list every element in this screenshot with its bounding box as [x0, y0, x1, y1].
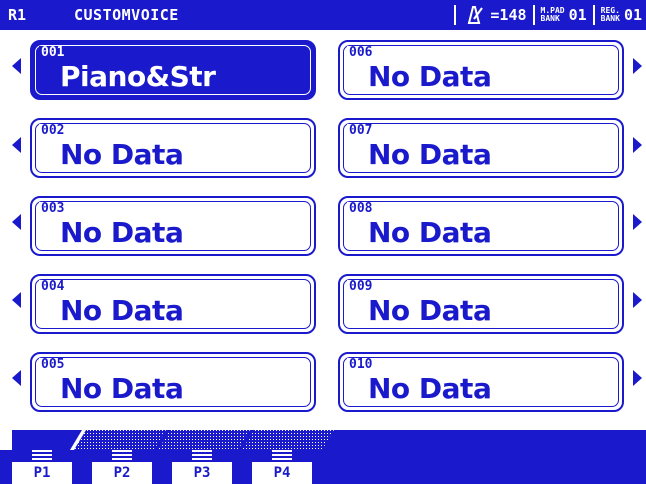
- select-slot-002-arrow-icon[interactable]: [12, 137, 21, 153]
- slot-number: 006: [347, 45, 375, 60]
- voice-slot-009[interactable]: 009 No Data: [338, 274, 624, 334]
- tab-p4[interactable]: P4: [252, 430, 334, 484]
- voice-slot-008[interactable]: 008 No Data: [338, 196, 624, 256]
- slot-name: No Data: [368, 138, 492, 171]
- select-slot-005-arrow-icon[interactable]: [12, 370, 21, 386]
- select-slot-004-arrow-icon[interactable]: [12, 292, 21, 308]
- tab-label: P2: [92, 462, 152, 484]
- voice-slot-002[interactable]: 002 No Data: [30, 118, 316, 178]
- slot-name: No Data: [60, 138, 184, 171]
- page-stack-icon: [32, 450, 52, 460]
- slot-name: No Data: [368, 372, 492, 405]
- slot-number: 002: [39, 123, 67, 138]
- voice-slot-007[interactable]: 007 No Data: [338, 118, 624, 178]
- slot-name: No Data: [368, 294, 492, 327]
- slot-name: No Data: [60, 294, 184, 327]
- tempo-value: =148: [490, 6, 527, 24]
- status-area: =148 M.PAD BANK 01 REG. BANK 01: [452, 5, 642, 25]
- slot-name: Piano&Str: [60, 60, 216, 93]
- reg-bank-label: REG. BANK: [600, 6, 620, 23]
- tab-label: P3: [172, 462, 232, 484]
- tab-label: P4: [252, 462, 312, 484]
- voice-slot-003[interactable]: 003 No Data: [30, 196, 316, 256]
- mpad-bank-value: 01: [568, 6, 587, 24]
- voice-slot-006[interactable]: 006 No Data: [338, 40, 624, 100]
- slot-number: 004: [39, 279, 67, 294]
- slot-number: 001: [39, 45, 67, 60]
- slot-name: No Data: [60, 216, 184, 249]
- select-slot-006-arrow-icon[interactable]: [633, 58, 642, 74]
- page-stack-icon: [192, 450, 212, 460]
- slot-name: No Data: [368, 60, 492, 93]
- page-stack-icon: [272, 450, 292, 460]
- metronome-icon: [468, 6, 484, 24]
- select-slot-009-arrow-icon[interactable]: [633, 292, 642, 308]
- divider: [592, 5, 595, 25]
- slot-number: 007: [347, 123, 375, 138]
- voice-slot-010[interactable]: 010 No Data: [338, 352, 624, 412]
- select-slot-008-arrow-icon[interactable]: [633, 214, 642, 230]
- slot-number: 005: [39, 357, 67, 372]
- tab-label: P1: [12, 462, 72, 484]
- select-slot-010-arrow-icon[interactable]: [633, 370, 642, 386]
- slot-name: No Data: [368, 216, 492, 249]
- divider: [532, 5, 535, 25]
- title-bar: R1 CUSTOMVOICE =148 M.PAD BANK 01 REG. BAN…: [0, 0, 646, 30]
- select-slot-001-arrow-icon[interactable]: [12, 58, 21, 74]
- voice-slot-005[interactable]: 005 No Data: [30, 352, 316, 412]
- page-tabs: P1 P2 P3 P4: [0, 430, 340, 484]
- reg-bank-value: 01: [623, 6, 642, 24]
- voice-slot-004[interactable]: 004 No Data: [30, 274, 316, 334]
- tab-p2[interactable]: P2: [92, 430, 174, 484]
- page-stack-icon: [112, 450, 132, 460]
- screen-title: CUSTOMVOICE: [74, 6, 179, 24]
- tab-p1[interactable]: P1: [12, 430, 94, 484]
- divider: [454, 5, 457, 25]
- registration-position: R1: [8, 6, 27, 24]
- select-slot-003-arrow-icon[interactable]: [12, 214, 21, 230]
- tab-p3[interactable]: P3: [172, 430, 254, 484]
- slot-number: 003: [39, 201, 67, 216]
- slot-number: 009: [347, 279, 375, 294]
- mpad-bank-label: M.PAD BANK: [540, 6, 565, 23]
- select-slot-007-arrow-icon[interactable]: [633, 137, 642, 153]
- slot-name: No Data: [60, 372, 184, 405]
- voice-slot-001[interactable]: 001 Piano&Str: [30, 40, 316, 100]
- slot-number: 008: [347, 201, 375, 216]
- slot-number: 010: [347, 357, 375, 372]
